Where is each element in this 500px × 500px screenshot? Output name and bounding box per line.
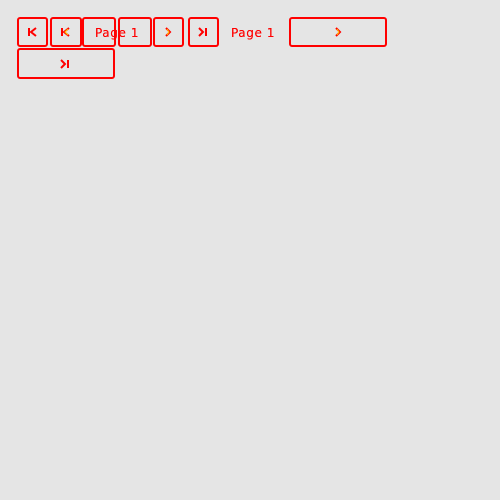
prev-page-icon <box>58 25 72 42</box>
page-label-1: Page 1 <box>95 26 140 40</box>
page-label-2: Page 1 <box>231 26 276 40</box>
next-page-icon-wide <box>331 25 345 42</box>
first-page-icon <box>25 25 39 42</box>
last-page-icon-wide <box>58 57 72 74</box>
next-page-icon <box>161 25 175 42</box>
pagination-area: Page 1 Page 1 <box>0 0 500 500</box>
last-page-icon <box>196 25 210 42</box>
